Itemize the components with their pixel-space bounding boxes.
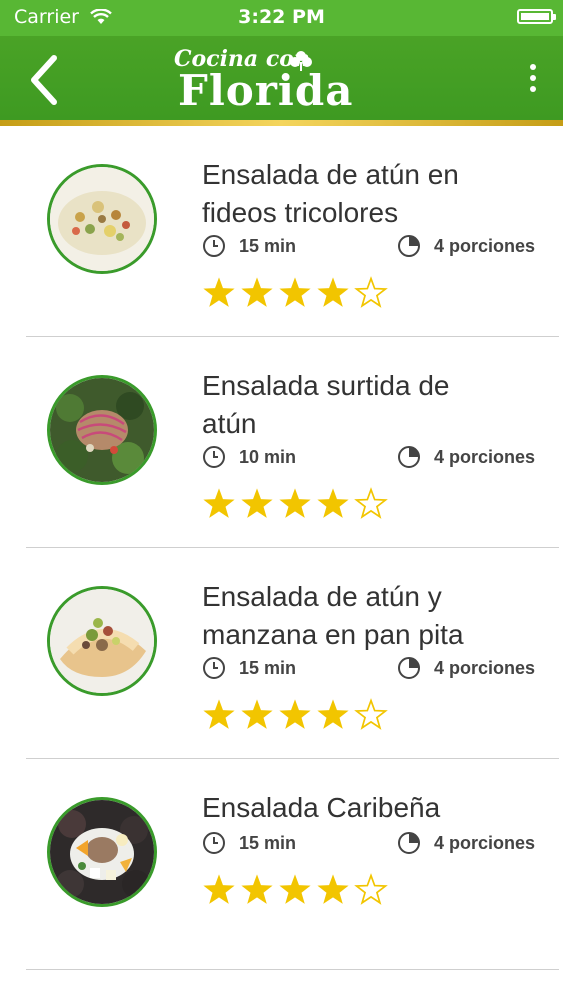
prep-time: 15 min (239, 236, 297, 256)
star-filled-icon (203, 699, 235, 729)
navigation-bar: Cocina con Florida (0, 36, 563, 126)
star-empty-icon (354, 698, 388, 730)
logo-title: Florida (178, 66, 354, 115)
star-rating (202, 873, 392, 907)
star-filled-icon (203, 488, 235, 518)
recipe-item[interactable]: Ensalada de atún en fideos tricolores 15 … (0, 126, 563, 337)
star-filled-icon (241, 277, 273, 307)
clock: 3:22 PM (238, 6, 325, 28)
star-filled-icon (203, 277, 235, 307)
portions: 4 porciones (434, 658, 536, 678)
recipe-image (47, 586, 157, 696)
status-bar: Carrier 3:22 PM (0, 0, 563, 36)
star-filled-icon (317, 277, 349, 307)
recipe-meta: 10 min 4 porciones (202, 445, 542, 471)
prep-time: 15 min (239, 658, 297, 678)
recipe-image (47, 375, 157, 485)
recipe-meta: 15 min 4 porciones (202, 831, 542, 857)
star-filled-icon (279, 699, 311, 729)
star-empty-icon (354, 276, 388, 308)
back-button[interactable] (22, 50, 66, 110)
star-filled-icon (317, 488, 349, 518)
portions: 4 porciones (434, 833, 536, 853)
star-filled-icon (279, 277, 311, 307)
star-filled-icon (279, 488, 311, 518)
recipe-image (47, 164, 157, 274)
portions: 4 porciones (434, 447, 536, 467)
clock-icon (202, 234, 226, 263)
star-filled-icon (317, 699, 349, 729)
portions-icon (397, 234, 421, 263)
portions-icon (397, 831, 421, 860)
star-filled-icon (241, 488, 273, 518)
portions-icon (397, 656, 421, 685)
recipe-title: Ensalada Caribeña (202, 792, 441, 823)
recipe-item[interactable]: Ensalada surtida de atún 10 min 4 porcion… (0, 337, 563, 548)
clock-icon (202, 656, 226, 685)
divider (26, 969, 559, 970)
star-filled-icon (241, 874, 273, 904)
star-empty-icon (354, 873, 388, 905)
recipe-item[interactable]: Ensalada Caribeña 15 min 4 porciones (0, 759, 563, 970)
star-rating (202, 487, 392, 521)
star-rating (202, 698, 392, 732)
recipe-title: Ensalada de atún y manzana en pan pita (202, 581, 464, 650)
portions: 4 porciones (434, 236, 536, 256)
star-filled-icon (241, 699, 273, 729)
recipe-title: Ensalada surtida de atún (202, 370, 450, 439)
portions-icon (397, 445, 421, 474)
star-empty-icon (354, 487, 388, 519)
recipe-list: Ensalada de atún en fideos tricolores 15 … (0, 126, 563, 970)
clock-icon (202, 831, 226, 860)
prep-time: 15 min (239, 833, 297, 853)
recipe-title: Ensalada de atún en fideos tricolores (202, 159, 459, 228)
recipe-image (47, 797, 157, 907)
star-rating (202, 276, 392, 310)
overflow-menu-icon[interactable] (525, 64, 541, 96)
prep-time: 10 min (239, 447, 297, 467)
recipe-meta: 15 min 4 porciones (202, 234, 542, 260)
star-filled-icon (279, 874, 311, 904)
star-filled-icon (203, 874, 235, 904)
star-filled-icon (317, 874, 349, 904)
battery-icon (517, 9, 556, 24)
recipe-meta: 15 min 4 porciones (202, 656, 542, 682)
recipe-item[interactable]: Ensalada de atún y manzana en pan pita 15… (0, 548, 563, 759)
chevron-left-icon (31, 55, 57, 105)
app-logo: Cocina con Florida (172, 44, 382, 118)
clock-icon (202, 445, 226, 474)
